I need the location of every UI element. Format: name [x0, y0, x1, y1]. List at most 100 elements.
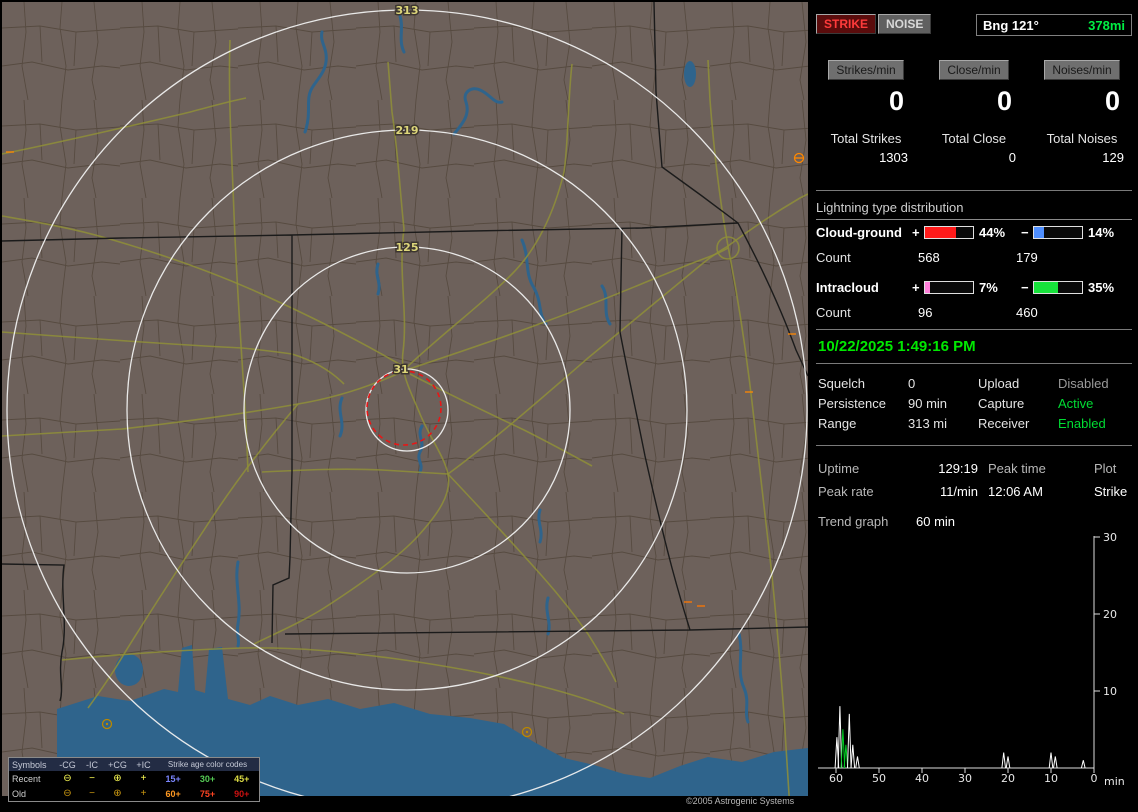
x-tick: 10 [1044, 772, 1058, 785]
cloud-ground-label: Cloud-ground [816, 225, 902, 240]
total-noises-label: Total Noises [1046, 131, 1118, 146]
plus-sign: + [912, 280, 920, 295]
cg-negative-bar [1033, 226, 1083, 239]
total-strikes-value: 1303 [879, 150, 908, 165]
trend-spike [847, 713, 852, 769]
cg-negative-count: 179 [1016, 250, 1038, 265]
total-close-label: Total Close [941, 131, 1007, 146]
age-90: 90+ [234, 788, 250, 799]
age-30: 30+ [199, 773, 216, 784]
age-15: 15+ [165, 773, 181, 784]
noise-mode-button[interactable]: NOISE [878, 14, 932, 34]
range-ring-label: 125 [396, 241, 419, 254]
divider [816, 445, 1132, 446]
bearing-range-value: 378mi [1088, 17, 1125, 33]
x-tick: 30 [958, 772, 972, 785]
ic-positive-bar [924, 281, 974, 294]
pos-cg-icon: ⊕ [113, 787, 122, 799]
range-ring-label: 31 [393, 363, 408, 376]
strike-legend: Symbols -CG -IC +CG +IC Strike age color… [8, 757, 260, 802]
x-tick: 20 [1001, 772, 1015, 785]
legend-old-label: Old [12, 788, 27, 799]
legend-header-pos-ic: +IC [136, 759, 151, 770]
current-datetime: 10/22/2025 1:49:16 PM [818, 338, 976, 355]
x-unit-label: min [1104, 775, 1125, 788]
neg-cg-icon: ⊖ [63, 772, 72, 784]
upload-status: Disabled [1058, 376, 1109, 391]
ic-positive-count: 96 [918, 305, 933, 320]
legend-header-neg-cg: -CG [59, 759, 76, 770]
copyright-text: ©2005 Astrogenic Systems [686, 796, 795, 806]
range-ring-label: 219 [396, 124, 419, 137]
ic-positive-pct: 7% [979, 280, 998, 295]
ic-count-label: Count [816, 305, 851, 320]
trend-window-value: 60 min [916, 514, 956, 529]
divider [816, 329, 1132, 330]
trend-spike [1005, 756, 1011, 769]
receiver-label: Receiver [978, 416, 1030, 431]
cg-positive-pct: 44% [979, 225, 1006, 240]
persistence-value: 90 min [908, 396, 948, 411]
trend-spike [1001, 752, 1006, 769]
capture-label: Capture [978, 396, 1025, 411]
trend-ticks [835, 536, 1100, 773]
trend-spike [1053, 756, 1058, 769]
divider [816, 190, 1132, 191]
legend-header-pos-cg: +CG [108, 759, 127, 770]
ic-positive-bar-fill [925, 282, 930, 293]
intracloud-label: Intracloud [816, 280, 879, 295]
peak-rate-value: 11/min [939, 484, 978, 499]
total-strikes-label: Total Strikes [830, 131, 902, 146]
minus-sign: − [1021, 280, 1029, 295]
trend-spike [855, 756, 860, 769]
legend-header-neg-ic: -IC [86, 759, 98, 770]
noises-per-min-button[interactable]: Noises/min [1044, 60, 1120, 80]
age-75: 75+ [199, 788, 216, 799]
x-tick: 0 [1091, 772, 1098, 785]
nexstorm-window: 313 219 125 31 ©2005 Astrogenic Systems … [0, 0, 1138, 812]
trend-graph-label: Trend graph [818, 514, 889, 529]
cg-positive-bar [924, 226, 974, 239]
divider [816, 363, 1132, 364]
plus-sign: + [912, 225, 920, 240]
neg-ic-icon: − [89, 772, 95, 784]
pos-cg-icon: ⊕ [113, 772, 122, 784]
persistence-label: Persistence [818, 396, 886, 411]
legend-header-symbols: Symbols [12, 759, 47, 770]
receiver-status: Enabled [1058, 416, 1106, 431]
range-value: 313 mi [908, 416, 948, 431]
plot-label: Plot [1094, 461, 1117, 476]
legend-age-title: Strike age color codes [167, 760, 248, 769]
map-canvas: 313 219 125 31 [1, 1, 809, 812]
squelch-label: Squelch [818, 376, 865, 391]
trend-spike [1048, 752, 1054, 769]
plot-value: Strike [1094, 484, 1128, 499]
minus-sign: − [1021, 225, 1029, 240]
noises-per-min-value: 0 [1104, 86, 1120, 116]
neg-cg-icon: ⊖ [63, 787, 72, 799]
cg-positive-bar-fill [925, 227, 956, 238]
upload-label: Upload [978, 376, 1020, 391]
ic-negative-bar-fill [1034, 282, 1059, 293]
pos-ic-icon: + [140, 787, 147, 799]
status-panel: STRIKE NOISE Bng 121° 378mi Strikes/min … [810, 0, 1138, 812]
y-tick: 30 [1103, 531, 1117, 544]
y-tick: 20 [1103, 608, 1117, 621]
close-per-min-button[interactable]: Close/min [939, 60, 1009, 80]
peak-rate-label: Peak rate [818, 484, 874, 499]
cg-positive-count: 568 [918, 250, 940, 265]
neg-ic-icon: − [89, 787, 95, 799]
capture-status: Active [1058, 396, 1094, 411]
lightning-map[interactable]: 313 219 125 31 ©2005 Astrogenic Systems … [1, 1, 809, 812]
bearing-value: Bng 121° [983, 17, 1039, 33]
trend-axes [818, 536, 1095, 769]
legend-recent-label: Recent [12, 773, 41, 784]
ic-negative-bar [1033, 281, 1083, 294]
peak-time-label: Peak time [988, 461, 1046, 476]
strikes-per-min-value: 0 [888, 86, 904, 116]
strike-mode-button[interactable]: STRIKE [816, 14, 877, 34]
range-label: Range [818, 416, 857, 431]
trend-spike [1080, 760, 1086, 769]
x-tick: 60 [829, 772, 843, 785]
strikes-per-min-button[interactable]: Strikes/min [828, 60, 904, 80]
